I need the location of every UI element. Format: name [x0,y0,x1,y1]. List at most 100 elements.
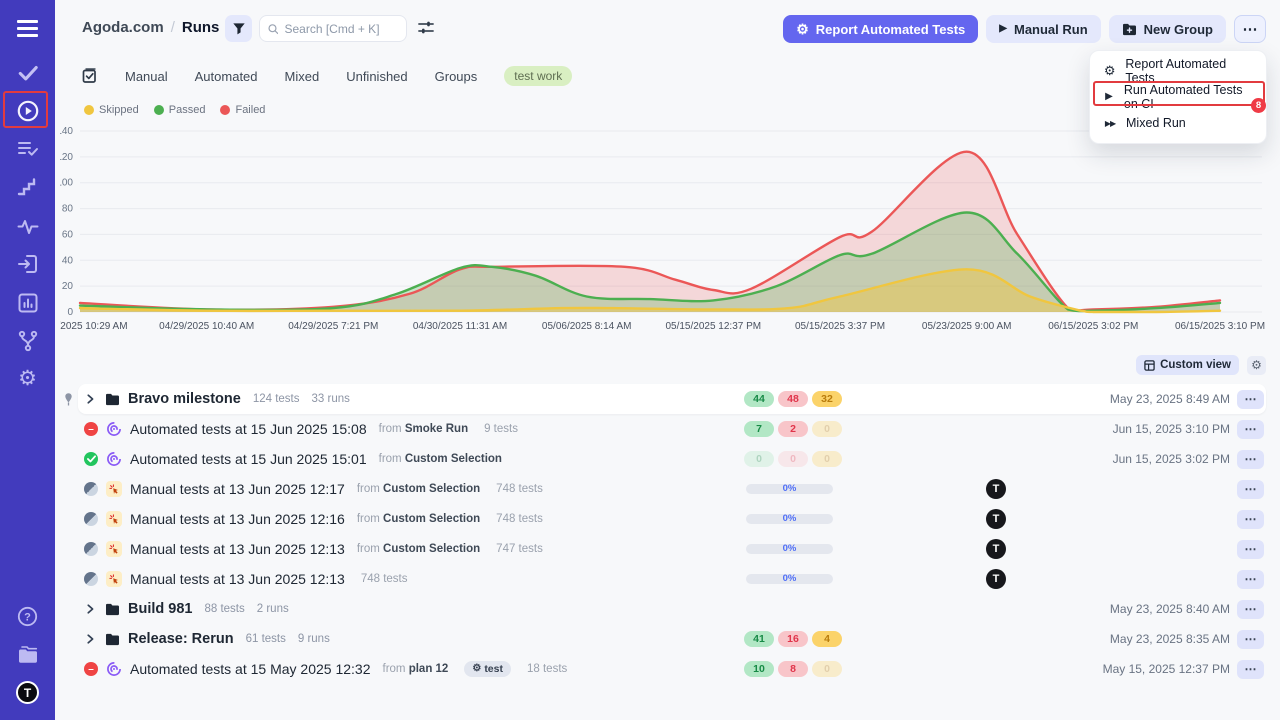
assignee-avatar[interactable]: T [986,479,1006,499]
yellow-count-badge: 0 [812,451,842,467]
green-count-badge: 0 [744,451,774,467]
chevron-right-icon[interactable] [84,603,96,615]
legend-item[interactable]: Failed [220,104,265,116]
row-more-button[interactable]: ⋯ [1237,480,1264,499]
run-source: from Custom Selection [357,483,480,495]
search-input[interactable] [284,22,398,36]
legend-item[interactable]: Skipped [84,104,139,116]
new-group-button[interactable]: New Group [1109,15,1226,43]
settings-gear-icon[interactable]: ⚙ [15,366,40,391]
menu-item-run-automated-tests-on-ci[interactable]: ▶ Run Automated Tests on CI [1090,84,1266,110]
tasks-check-icon[interactable] [15,60,40,85]
group-row[interactable]: Bravo milestone124 tests33 runs444832May… [78,384,1266,414]
more-actions-button[interactable]: ⋯ [1234,15,1266,43]
runs-table: Bravo milestone124 tests33 runs444832May… [78,384,1266,684]
automated-run-icon [106,661,122,677]
run-row[interactable]: –Automated tests at 15 Jun 2025 15:08fro… [78,414,1266,444]
help-icon[interactable]: ? [15,604,40,629]
run-name: Automated tests at 15 Jun 2025 15:01 [130,451,367,467]
tab-manual[interactable]: Manual [125,69,168,84]
run-tag[interactable]: ⚙test [464,661,511,677]
run-date: May 23, 2025 8:49 AM [1110,392,1230,406]
breadcrumb-project[interactable]: Agoda.com [82,19,164,36]
svg-text:?: ? [24,612,31,624]
row-more-button[interactable]: ⋯ [1237,450,1264,469]
row-more-button[interactable]: ⋯ [1237,600,1264,619]
tab-mixed[interactable]: Mixed [285,69,320,84]
result-badges: 1080 [744,661,842,677]
row-more-button[interactable]: ⋯ [1237,420,1264,439]
run-name: Bravo milestone [128,391,241,407]
legend-item[interactable]: Passed [154,104,206,116]
pulse-icon[interactable] [15,213,40,238]
row-more-button[interactable]: ⋯ [1237,570,1264,589]
search-box[interactable] [259,15,407,42]
row-main: Manual tests at 13 Jun 2025 12:16from Cu… [78,511,543,527]
run-row[interactable]: Manual tests at 13 Jun 2025 12:13748 tes… [78,564,1266,594]
import-icon[interactable] [15,251,40,276]
run-tests-count: 18 tests [527,663,567,675]
menu-item-mixed-run[interactable]: ▶▶ Mixed Run [1090,110,1266,136]
group-row[interactable]: Build 98188 tests2 runsMay 23, 2025 8:40… [78,594,1266,624]
failed-status-icon: – [84,422,98,436]
adjustments-icon[interactable] [418,20,434,38]
analytics-icon[interactable] [15,290,40,315]
filter-button[interactable] [225,15,252,42]
run-source: from Smoke Run [379,423,468,435]
breadcrumb-separator: / [171,19,175,36]
pin-icon [63,392,74,411]
group-row[interactable]: Release: Rerun61 tests9 runs41164May 23,… [78,624,1266,654]
assignee-avatar[interactable]: T [986,509,1006,529]
header-actions: ⚙ Report Automated Tests ▶ Manual Run Ne… [783,15,1266,43]
svg-text:05/23/2025 9:00 AM: 05/23/2025 9:00 AM [922,321,1012,332]
logo-t-icon[interactable]: T [15,680,40,705]
tab-groups[interactable]: Groups [435,69,478,84]
progress-bar: 0% [746,574,833,584]
row-main: Automated tests at 15 Jun 2025 15:01from… [78,451,502,467]
result-badges: 720 [744,421,842,437]
svg-text:06/15/2025 3:10 PM: 06/15/2025 3:10 PM [1175,321,1265,332]
yellow-count-badge: 32 [812,391,842,407]
assignee-avatar[interactable]: T [986,539,1006,559]
run-row[interactable]: –Automated tests at 15 May 2025 12:32fro… [78,654,1266,684]
run-row[interactable]: Automated tests at 15 Jun 2025 15:01from… [78,444,1266,474]
menu-item-report-automated-tests[interactable]: ⚙ Report Automated Tests [1090,58,1266,84]
steps-icon[interactable] [15,174,40,199]
gear-spark-icon: ⚙ [1103,63,1116,79]
yellow-count-badge: 4 [812,631,842,647]
chevron-right-icon[interactable] [84,393,96,405]
chevron-right-icon[interactable] [84,633,96,645]
runs-play-icon[interactable] [15,98,40,123]
test-plans-icon[interactable] [15,136,40,161]
legend-dot [154,105,164,115]
run-row[interactable]: Manual tests at 13 Jun 2025 12:17from Cu… [78,474,1266,504]
view-settings-gear-icon[interactable]: ⚙ [1247,356,1266,375]
manual-run-icon [106,571,122,587]
custom-view-button[interactable]: Custom view [1136,355,1239,375]
row-more-button[interactable]: ⋯ [1237,390,1264,409]
report-automated-tests-button[interactable]: ⚙ Report Automated Tests [783,15,978,43]
row-more-button[interactable]: ⋯ [1237,660,1264,679]
menu-icon[interactable] [15,16,40,41]
svg-text:40: 40 [62,255,74,266]
manual-run-icon [106,511,122,527]
app-window: ⚙ ? T Agoda.com / Runs ⚙ Report Automate… [0,0,1280,720]
row-more-button[interactable]: ⋯ [1237,540,1264,559]
tag-test-work[interactable]: test work [504,66,572,86]
tab-unfinished[interactable]: Unfinished [346,69,407,84]
manual-run-button[interactable]: ▶ Manual Run [986,15,1100,43]
play-icon: ▶ [1103,92,1115,102]
more-actions-menu: ⚙ Report Automated Tests ▶ Run Automated… [1089,50,1267,144]
green-count-badge: 44 [744,391,774,407]
assignee-avatar[interactable]: T [986,569,1006,589]
run-row[interactable]: Manual tests at 13 Jun 2025 12:16from Cu… [78,504,1266,534]
row-more-button[interactable]: ⋯ [1237,630,1264,649]
svg-text:100: 100 [60,178,73,189]
branches-icon[interactable] [15,328,40,353]
row-more-button[interactable]: ⋯ [1237,510,1264,529]
ci-gear-icon: ⚙ [796,22,809,36]
projects-folders-icon[interactable] [15,642,40,667]
manual-run-icon [106,481,122,497]
tab-automated[interactable]: Automated [195,69,258,84]
run-row[interactable]: Manual tests at 13 Jun 2025 12:13from Cu… [78,534,1266,564]
